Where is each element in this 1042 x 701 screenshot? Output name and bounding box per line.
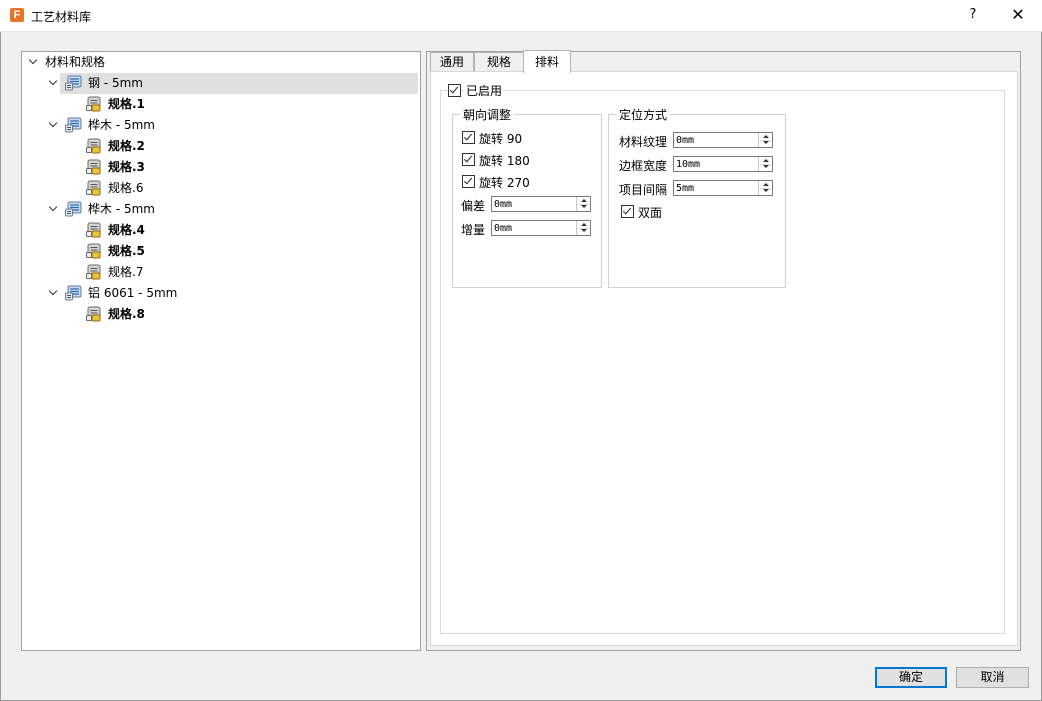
- rotate-180-checkbox[interactable]: [462, 153, 475, 166]
- spec-icon: [86, 222, 103, 238]
- double-sided-checkbox[interactable]: [621, 205, 634, 218]
- rotate-270-label: 旋转 270: [479, 176, 530, 190]
- tree-root-label: 材料和规格: [45, 55, 106, 69]
- tree-item-spec[interactable]: 规格.3: [22, 157, 418, 178]
- orientation-group-title: 朝向调整: [460, 106, 515, 123]
- tree-item-material[interactable]: 桦木 - 5mm: [22, 199, 418, 220]
- material-icon: [65, 75, 83, 91]
- positioning-group-title: 定位方式: [616, 106, 671, 123]
- spec-label: 规格.4: [108, 223, 145, 237]
- chevron-down-icon[interactable]: [48, 73, 60, 94]
- spin-down-icon[interactable]: [759, 140, 772, 147]
- spec-icon: [86, 306, 103, 322]
- tree-item-spec[interactable]: 规格.8: [22, 304, 418, 325]
- border-width-label: 边框宽度: [619, 159, 668, 173]
- chevron-down-icon[interactable]: [48, 115, 60, 136]
- spin-down-icon[interactable]: [577, 204, 590, 211]
- tree-item-spec[interactable]: 规格.5: [22, 241, 418, 262]
- spec-icon: [86, 243, 103, 259]
- material-icon: [65, 285, 83, 301]
- cancel-button[interactable]: 取消: [956, 667, 1029, 688]
- increment-label: 增量: [461, 223, 486, 237]
- tree-item-spec[interactable]: 规格.4: [22, 220, 418, 241]
- rotate-180-label: 旋转 180: [479, 154, 530, 168]
- grain-spinbox[interactable]: 0mm: [673, 132, 773, 148]
- help-button[interactable]: ?: [962, 4, 984, 26]
- tree-item-spec[interactable]: 规格.1: [22, 94, 418, 115]
- close-button[interactable]: ✕: [1006, 4, 1030, 26]
- spec-icon: [86, 180, 103, 196]
- grain-label: 材料纹理: [619, 135, 668, 149]
- chevron-down-icon[interactable]: [28, 52, 40, 73]
- material-label: 桦木 - 5mm: [88, 202, 155, 216]
- spec-label: 规格.7: [108, 265, 144, 279]
- spec-icon: [86, 264, 103, 280]
- spec-icon: [86, 96, 103, 112]
- material-tree[interactable]: 材料和规格 钢 - 5mm 规格.1 桦木 - 5mm 规格.2 规格.3 规格.6 桦木 …: [21, 51, 421, 651]
- app-logo-icon: F: [10, 8, 24, 22]
- border-width-spinbox[interactable]: 10mm: [673, 156, 773, 172]
- chevron-down-icon[interactable]: [48, 283, 60, 304]
- tab-spec[interactable]: 规格: [474, 52, 524, 72]
- spec-label: 规格.1: [108, 97, 145, 111]
- tree-item-spec[interactable]: 规格.7: [22, 262, 418, 283]
- enabled-checkbox[interactable]: [448, 84, 461, 97]
- tree-item-material[interactable]: 桦木 - 5mm: [22, 115, 418, 136]
- double-sided-label: 双面: [638, 206, 663, 220]
- tab-general[interactable]: 通用: [430, 52, 474, 72]
- border-width-value: 10mm: [676, 159, 701, 170]
- window-title: 工艺材料库: [31, 10, 92, 24]
- rotate-90-label: 旋转 90: [479, 132, 523, 146]
- tree-item-spec[interactable]: 规格.6: [22, 178, 418, 199]
- deviation-label: 偏差: [461, 199, 486, 213]
- ok-button[interactable]: 确定: [875, 667, 947, 688]
- spacing-value: 5mm: [676, 183, 695, 194]
- spacing-spinbox[interactable]: 5mm: [673, 180, 773, 196]
- tree-root[interactable]: 材料和规格: [22, 52, 418, 73]
- increment-value: 0mm: [494, 223, 513, 234]
- spin-down-icon[interactable]: [759, 188, 772, 195]
- tab-nesting[interactable]: 排料: [523, 50, 571, 73]
- spec-label: 规格.3: [108, 160, 145, 174]
- spec-label: 规格.2: [108, 139, 145, 153]
- material-icon: [65, 201, 83, 217]
- deviation-value: 0mm: [494, 199, 513, 210]
- material-icon: [65, 117, 83, 133]
- spin-down-icon[interactable]: [577, 228, 590, 235]
- increment-spinbox[interactable]: 0mm: [491, 220, 591, 236]
- spec-icon: [86, 138, 103, 154]
- spacing-label: 项目间隔: [619, 183, 668, 197]
- spec-icon: [86, 159, 103, 175]
- material-label: 桦木 - 5mm: [88, 118, 155, 132]
- rotate-270-checkbox[interactable]: [462, 175, 475, 188]
- spec-label: 规格.5: [108, 244, 145, 258]
- chevron-down-icon[interactable]: [48, 199, 60, 220]
- tree-item-spec[interactable]: 规格.2: [22, 136, 418, 157]
- tree-item-material[interactable]: 钢 - 5mm: [60, 73, 418, 94]
- deviation-spinbox[interactable]: 0mm: [491, 196, 591, 212]
- spec-label: 规格.8: [108, 307, 145, 321]
- rotate-90-checkbox[interactable]: [462, 131, 475, 144]
- enabled-label: 已启用: [464, 82, 505, 99]
- spin-down-icon[interactable]: [759, 164, 772, 171]
- material-label: 铝 6061 - 5mm: [88, 286, 178, 300]
- title-bar[interactable]: F 工艺材料库 ? ✕: [0, 0, 1042, 32]
- tree-item-material[interactable]: 铝 6061 - 5mm: [22, 283, 418, 304]
- spec-label: 规格.6: [108, 181, 144, 195]
- material-label: 钢 - 5mm: [88, 76, 143, 90]
- grain-value: 0mm: [676, 135, 695, 146]
